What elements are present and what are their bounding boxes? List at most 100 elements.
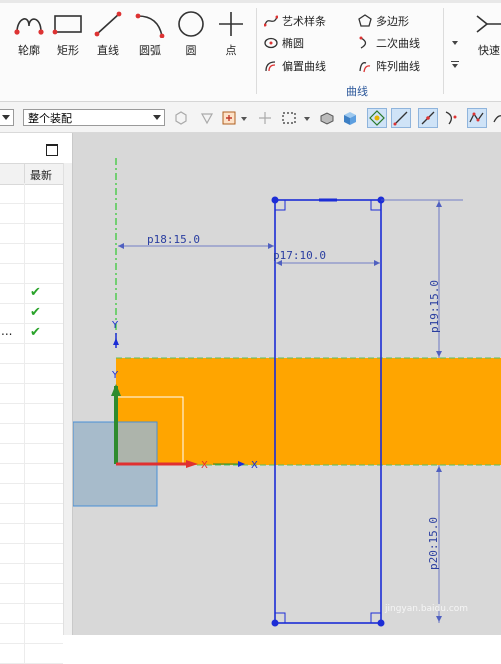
sketch-view[interactable]: Y Y X X p18:15.0 p17:10.0 p19:15.0 p20:1… [73, 133, 501, 635]
navigator-row[interactable] [0, 223, 63, 244]
column-separator [24, 403, 25, 423]
navigator-row[interactable] [0, 583, 63, 604]
navigator-row[interactable] [0, 523, 63, 544]
navigator-row[interactable] [0, 503, 63, 524]
select-feature-icon[interactable] [197, 108, 217, 128]
ellipse-button[interactable]: 椭圆 [264, 34, 304, 52]
ribbon-top-border [0, 0, 501, 3]
shaded-cube-icon[interactable] [340, 108, 360, 128]
chevron-down-icon[interactable] [304, 117, 310, 121]
graphics-window[interactable]: Y Y X X p18:15.0 p17:10.0 p19:15.0 p20:1… [73, 133, 501, 635]
navigator-row[interactable] [0, 383, 63, 404]
corner-point[interactable] [271, 619, 279, 627]
pattern-curve-icon [359, 62, 371, 73]
profile-icon [14, 18, 44, 35]
p19-dimension[interactable]: p19:15.0 [428, 280, 441, 333]
studio-spline-icon [264, 15, 278, 27]
selection-cube-icon[interactable] [171, 108, 191, 128]
rectangle-button[interactable]: 矩形 [47, 10, 89, 68]
rectangle-select-icon[interactable] [279, 108, 299, 128]
navigator-row[interactable]: ✔ [0, 283, 63, 304]
navigator-row[interactable] [0, 423, 63, 444]
navigator-row[interactable]: ✔ [0, 303, 63, 324]
chevron-down-icon [2, 115, 10, 120]
view-style-icon[interactable] [317, 108, 337, 128]
column-separator [24, 483, 25, 503]
corner-point[interactable] [271, 196, 279, 204]
snap-curve-icon[interactable] [441, 108, 461, 128]
navigator-row[interactable] [0, 403, 63, 424]
column-separator [24, 643, 25, 663]
point-icon [219, 12, 243, 36]
navigator-row[interactable] [0, 183, 63, 204]
column-separator [24, 243, 25, 263]
arc-button[interactable]: 圆弧 [129, 10, 171, 68]
quick-trim-button[interactable]: 快速 [469, 10, 501, 68]
curve-gallery-more-icon[interactable] [451, 61, 459, 62]
navigator-row[interactable] [0, 263, 63, 284]
navigator-column-header[interactable]: 最新 [0, 163, 63, 185]
navigator-row[interactable] [0, 603, 63, 624]
type-filter-select[interactable] [0, 109, 14, 126]
navigator-row[interactable] [0, 643, 63, 664]
corner-point[interactable] [377, 619, 385, 627]
column-separator [24, 523, 25, 543]
navigator-row[interactable] [0, 463, 63, 484]
curve-gallery-dropdown-icon[interactable] [452, 41, 458, 45]
snap-point-icon[interactable] [255, 108, 275, 128]
select-box-icon[interactable] [219, 108, 239, 128]
polygon-button[interactable]: 多边形 [358, 12, 409, 30]
navigator-row[interactable] [0, 563, 63, 584]
column-separator [24, 443, 25, 463]
column-separator [24, 283, 25, 303]
navigator-row[interactable] [0, 623, 63, 644]
csys-y-label: Y [111, 370, 119, 381]
navigator-row[interactable] [0, 483, 63, 504]
navigator-row[interactable] [0, 443, 63, 464]
column-separator [24, 223, 25, 243]
column-separator [24, 563, 25, 583]
point-label: 点 [225, 44, 237, 57]
pattern-curve-button[interactable]: 阵列曲线 [358, 57, 420, 75]
p19-arrow-icon [436, 351, 442, 357]
y-axis-arrow-icon [113, 338, 119, 345]
point-button[interactable]: 点 [210, 10, 252, 68]
extruded-band[interactable] [116, 358, 501, 465]
up-to-date-check-icon: ✔ [30, 325, 41, 340]
p19-arrow-icon [436, 201, 442, 207]
column-separator [24, 164, 25, 184]
studio-spline-button[interactable]: 艺术样条 [264, 12, 326, 30]
profile-button[interactable]: 轮廓 [8, 10, 50, 68]
snap-midpoint-icon[interactable] [418, 108, 438, 128]
maximize-icon[interactable] [46, 144, 58, 156]
column-separator [24, 263, 25, 283]
conic-label: 二次曲线 [376, 37, 420, 50]
ribbon: 轮廓 矩形 直线 圆弧 圆 点 艺术样条 多边形 椭圆 二次曲线 偏置曲线 阵列… [0, 0, 501, 102]
snap-endpoints-icon[interactable] [367, 108, 387, 128]
offset-curve-button[interactable]: 偏置曲线 [264, 57, 326, 75]
navigator-row[interactable]: ... ✔ [0, 323, 63, 344]
line-button[interactable]: 直线 [87, 10, 129, 68]
csys-x-label: X [201, 460, 208, 471]
p20-dimension[interactable]: p20:15.0 [427, 517, 440, 570]
curve-gallery-expand-icon[interactable] [452, 64, 458, 68]
navigator-row[interactable] [0, 543, 63, 564]
offset-curve-label: 偏置曲线 [282, 60, 326, 73]
snap-on-curve-icon[interactable] [467, 108, 487, 128]
chevron-down-icon[interactable] [241, 117, 247, 121]
navigator-row[interactable] [0, 343, 63, 364]
p17-dimension[interactable]: p17:10.0 [273, 249, 326, 262]
conic-button[interactable]: 二次曲线 [358, 34, 420, 52]
column-separator [24, 423, 25, 443]
ribbon-separator [443, 8, 444, 94]
snap-arc-icon[interactable] [489, 108, 501, 128]
assembly-filter-select[interactable]: 整个装配 [23, 109, 165, 126]
circle-button[interactable]: 圆 [170, 10, 212, 68]
pattern-curve-label: 阵列曲线 [376, 60, 420, 73]
navigator-row[interactable] [0, 243, 63, 264]
navigator-scrollbar[interactable] [63, 163, 72, 635]
navigator-row[interactable] [0, 203, 63, 224]
navigator-row[interactable] [0, 363, 63, 384]
snap-line-icon[interactable] [391, 108, 411, 128]
p18-dimension[interactable]: p18:15.0 [147, 233, 200, 246]
